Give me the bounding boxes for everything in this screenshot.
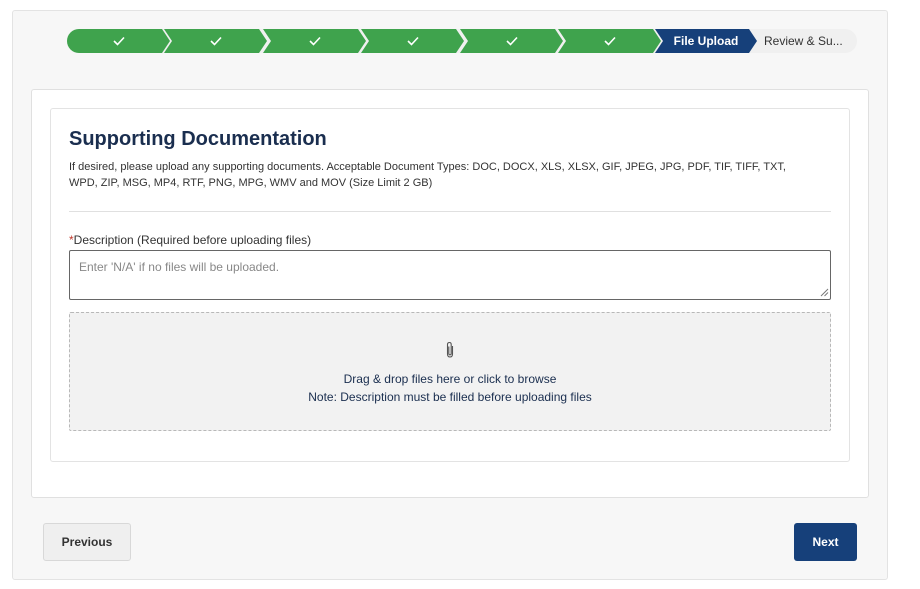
check-icon	[113, 36, 125, 46]
progress-stepper: File Upload Review & Su...	[67, 29, 857, 53]
next-button[interactable]: Next	[794, 523, 857, 561]
section-title: Supporting Documentation	[69, 128, 327, 150]
file-dropzone[interactable]: Drag & drop files here or click to brows…	[69, 312, 831, 431]
step-1-completed[interactable]	[67, 29, 170, 53]
dropzone-instruction: Drag & drop files here or click to brows…	[343, 372, 557, 386]
divider	[69, 211, 831, 212]
pending-step-label: Review & Su...	[764, 34, 843, 48]
section-description: If desired, please upload any supporting…	[69, 161, 786, 189]
step-4-completed[interactable]	[361, 29, 464, 53]
previous-button[interactable]: Previous	[43, 523, 131, 561]
check-icon	[604, 36, 616, 46]
step-file-upload-active[interactable]: File Upload	[655, 29, 757, 53]
paperclip-icon	[444, 341, 456, 364]
description-label-text: Description (Required before uploading f…	[73, 233, 312, 247]
step-review-pending[interactable]: Review & Su...	[755, 29, 857, 53]
check-icon	[506, 36, 518, 46]
step-2-completed[interactable]	[164, 29, 267, 53]
active-step-label: File Upload	[673, 34, 739, 48]
resize-grip-icon[interactable]	[820, 288, 829, 297]
step-3-completed[interactable]	[263, 29, 366, 53]
step-6-completed[interactable]	[558, 29, 661, 53]
check-icon	[210, 36, 222, 46]
check-icon	[309, 36, 321, 46]
check-icon	[407, 36, 419, 46]
description-textarea[interactable]	[69, 250, 831, 300]
description-label: *Description (Required before uploading …	[69, 233, 311, 247]
dropzone-note: Note: Description must be filled before …	[308, 390, 592, 404]
step-5-completed[interactable]	[460, 29, 563, 53]
